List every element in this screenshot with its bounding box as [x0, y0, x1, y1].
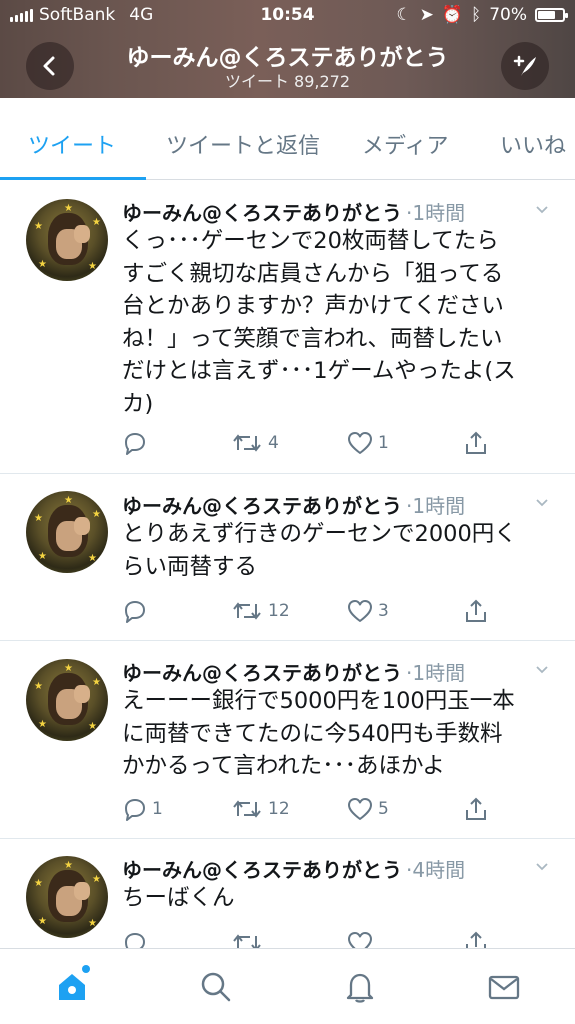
retweet-icon	[230, 430, 264, 456]
retweet-count: 4	[268, 433, 279, 453]
reply-button[interactable]	[122, 598, 152, 624]
reply-icon	[122, 598, 148, 624]
bell-icon	[346, 973, 374, 1003]
like-button[interactable]: 5	[346, 796, 389, 822]
retweet-count: 12	[268, 799, 290, 819]
tweet-text: ちーばくん	[122, 882, 547, 915]
tweet[interactable]: ★ ★ ★ ★ ★ ゆーみん@くろステありがとう ·1時間 えーーー銀行で5000円を1…	[0, 641, 575, 839]
retweet-icon	[230, 598, 264, 624]
author-name[interactable]: ゆーみん@くろステありがとう	[122, 854, 402, 883]
like-button[interactable]: 3	[346, 598, 389, 624]
tweet-text-line: ね！」って笑顔で言われ、両替したい	[122, 325, 503, 352]
tweet-actions: 4 1	[122, 430, 492, 458]
bluetooth-icon: ᛒ	[471, 5, 482, 25]
tab-media[interactable]: メディア	[362, 128, 448, 160]
messages-tab[interactable]	[486, 969, 522, 1005]
tweet-text-line: カ)	[122, 390, 154, 417]
search-tab[interactable]	[198, 969, 234, 1005]
share-icon	[463, 430, 489, 456]
tweet-text: くっ･･･ゲーセンで20枚両替してたら すごく親切な店員さんから「狙ってる 台とかあ…	[122, 225, 547, 420]
avatar[interactable]: ★ ★ ★ ★ ★	[26, 491, 108, 573]
tweet-text-line: くっ･･･ゲーセンで20枚両替してたら	[122, 228, 499, 254]
alarm-icon: ⏰	[441, 5, 463, 25]
reply-button[interactable]	[122, 430, 152, 456]
share-icon	[463, 598, 489, 624]
tweet-text: えーーー銀行で5000円を100円玉一本 に両替できてたのに今540円も手数料 かか…	[122, 685, 547, 783]
like-count: 1	[378, 433, 389, 453]
bottom-navigation	[0, 948, 575, 1024]
tweet[interactable]: ★ ★ ★ ★ ★ ゆーみん@くろステありがとう ·1時間 とりあえず行きのゲーセンで2…	[0, 474, 575, 641]
chevron-down-icon[interactable]	[535, 663, 549, 677]
tweet-text: とりあえず行きのゲーセンで2000円く らい両替する	[122, 518, 547, 583]
avatar[interactable]: ★ ★ ★ ★ ★	[26, 659, 108, 741]
heart-icon	[346, 430, 374, 456]
chevron-down-icon[interactable]	[535, 496, 549, 510]
location-icon: ➤	[419, 5, 434, 25]
compose-button[interactable]	[501, 42, 549, 90]
battery-icon	[535, 8, 568, 22]
tweet-count: ツイート 89,272	[224, 72, 351, 91]
moon-icon: ☾	[396, 5, 412, 25]
battery-percent: 70%	[489, 5, 527, 25]
tweet-actions: 12 3	[122, 598, 492, 626]
author-name[interactable]: ゆーみん@くろステありがとう	[122, 490, 402, 519]
share-button[interactable]	[463, 796, 489, 822]
status-bar: SoftBank 4G 10:54 ☾ ➤ ⏰ ᛒ 70%	[0, 0, 575, 32]
notifications-tab[interactable]	[342, 969, 378, 1005]
tweet-time[interactable]: ·4時間	[406, 854, 465, 883]
reply-button[interactable]: 1	[122, 796, 163, 822]
tweet-time[interactable]: ·1時間	[406, 490, 465, 519]
tab-tweets[interactable]: ツイート	[28, 128, 116, 160]
retweet-icon	[230, 796, 264, 822]
compose-icon	[513, 55, 536, 76]
share-icon	[463, 796, 489, 822]
profile-header: SoftBank 4G 10:54 ☾ ➤ ⏰ ᛒ 70% ゆーみん@くろステあ…	[0, 0, 575, 98]
like-button[interactable]: 1	[346, 430, 389, 456]
tweet-time[interactable]: ·1時間	[406, 197, 465, 226]
like-count: 3	[378, 601, 389, 621]
profile-tabs: ツイート ツイートと返信 メディア いいね	[0, 98, 575, 180]
reply-icon	[122, 796, 148, 822]
retweet-button[interactable]: 12	[230, 796, 290, 822]
tweet-time[interactable]: ·1時間	[406, 657, 465, 686]
chevron-down-icon[interactable]	[535, 860, 549, 874]
tweet-text-line: に両替できてたのに今540円も手数料	[122, 720, 503, 747]
heart-icon	[346, 598, 374, 624]
tweet-text-line: ちーばくん	[122, 885, 235, 911]
search-icon	[201, 972, 231, 1002]
tweet[interactable]: ★ ★ ★ ★ ★ ゆーみん@くろステありがとう ·4時間 ちーばくん	[0, 839, 575, 959]
tab-likes[interactable]: いいね	[500, 128, 566, 160]
tweet-text-line: えーーー銀行で5000円を100円玉一本	[122, 688, 515, 714]
tab-tweets-and-replies[interactable]: ツイートと返信	[166, 128, 320, 160]
page-title: ゆーみん@くろステありがとう	[126, 45, 449, 71]
tweet-text-line: だけとは言えず･･･1ゲームやったよ(ス	[122, 358, 516, 384]
tweet-text-line: らい両替する	[122, 553, 258, 580]
tweet-text-line: 台とかありますか？声かけてください	[122, 293, 504, 319]
avatar[interactable]: ★ ★ ★ ★ ★	[26, 199, 108, 281]
share-button[interactable]	[463, 598, 489, 624]
author-name[interactable]: ゆーみん@くろステありがとう	[122, 657, 402, 686]
retweet-count: 12	[268, 601, 290, 621]
tweet-text-line: すごく親切な店員さんから「狙ってる	[122, 260, 504, 287]
notification-dot	[82, 965, 90, 973]
retweet-button[interactable]: 12	[230, 598, 290, 624]
home-icon	[59, 974, 85, 1000]
tweet-text-line: かかるって言われた･･･あほかよ	[122, 753, 445, 779]
share-button[interactable]	[463, 430, 489, 456]
like-count: 5	[378, 799, 389, 819]
heart-icon	[346, 796, 374, 822]
chevron-down-icon[interactable]	[535, 203, 549, 217]
retweet-button[interactable]: 4	[230, 430, 279, 456]
home-tab[interactable]	[54, 965, 90, 1005]
mail-icon	[488, 975, 520, 1000]
tweet-actions: 1 12 5	[122, 796, 492, 824]
author-name[interactable]: ゆーみん@くろステありがとう	[122, 197, 402, 226]
tweet[interactable]: ★ ★ ★ ★ ★ ゆーみん@くろステありがとう ·1時間 くっ･･･ゲーセンで20枚両…	[0, 181, 575, 474]
active-tab-indicator	[0, 177, 146, 180]
avatar[interactable]: ★ ★ ★ ★ ★	[26, 856, 108, 938]
reply-count: 1	[152, 799, 163, 819]
reply-icon	[122, 430, 148, 456]
tweet-text-line: とりあえず行きのゲーセンで2000円く	[122, 521, 517, 547]
